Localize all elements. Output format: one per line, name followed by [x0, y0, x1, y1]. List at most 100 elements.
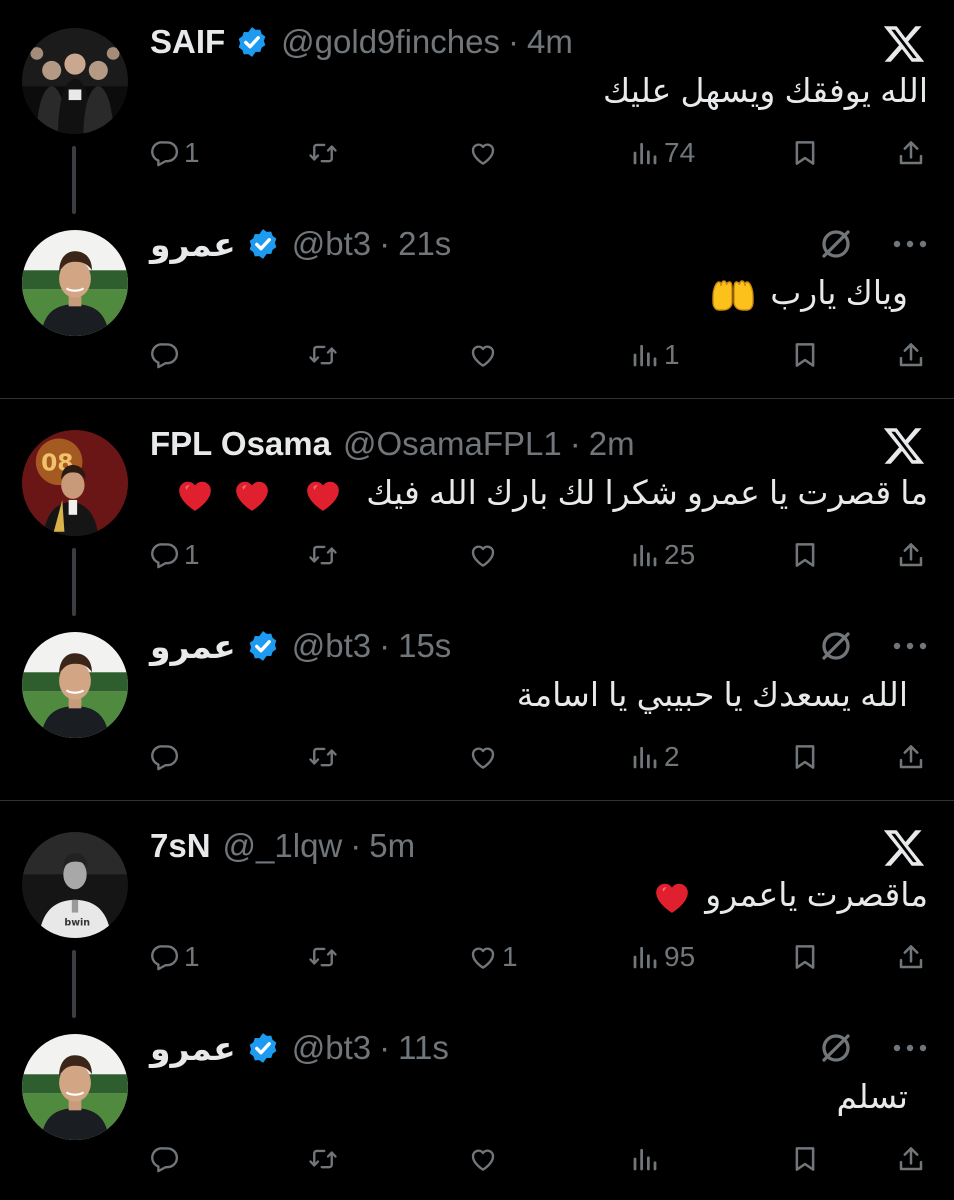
tweet-reply[interactable]: SAIF @gold9finches · 4m الله يوفقك ويسهل… — [0, 0, 954, 214]
retweet-button[interactable] — [308, 130, 342, 176]
timestamp[interactable]: 15s — [398, 627, 451, 665]
user-handle[interactable]: @bt3 — [292, 627, 371, 665]
bookmark-icon — [790, 540, 820, 570]
display-name[interactable]: 7sN — [150, 827, 211, 865]
share-button[interactable] — [896, 332, 926, 378]
like-icon — [468, 942, 498, 972]
share-icon — [896, 138, 926, 168]
tweet-text-body: ماقصرت ياعمرو — [705, 876, 928, 913]
tweet-header: FPL Osama @OsamaFPL1 · 2m — [150, 424, 635, 464]
like-button[interactable] — [468, 1136, 502, 1182]
timestamp[interactable]: 21s — [398, 225, 451, 263]
tweet-actions — [150, 1136, 928, 1182]
display-name[interactable]: عمرو — [150, 225, 236, 264]
user-handle[interactable]: @_1lqw — [223, 827, 343, 865]
display-name[interactable]: FPL Osama — [150, 425, 331, 463]
display-name[interactable]: عمرو — [150, 1029, 236, 1068]
bookmark-button[interactable] — [790, 332, 820, 378]
avatar[interactable] — [22, 230, 128, 336]
reply-button[interactable] — [150, 332, 184, 378]
retweet-icon — [308, 138, 338, 168]
display-name[interactable]: عمرو — [150, 627, 236, 666]
bookmark-button[interactable] — [790, 532, 820, 578]
reply-icon — [150, 742, 180, 772]
display-name[interactable]: SAIF — [150, 23, 225, 61]
views-button[interactable]: 95 — [630, 934, 695, 980]
tweet-reply[interactable]: FPL Osama @OsamaFPL1 · 2m ما قصرت يا عمر… — [0, 402, 954, 616]
tweet-actions: 1 74 — [150, 130, 928, 176]
views-button[interactable]: 25 — [630, 532, 695, 578]
tweet-answer[interactable]: عمرو @bt3 · 15s الله يسعدك يا حبيبي يا ا… — [0, 604, 954, 804]
share-button[interactable] — [896, 934, 926, 980]
retweet-button[interactable] — [308, 532, 342, 578]
retweet-button[interactable] — [308, 332, 342, 378]
circle-slash-icon[interactable] — [818, 226, 854, 262]
share-button[interactable] — [896, 130, 926, 176]
view-count: 2 — [664, 741, 680, 772]
reply-icon — [150, 340, 180, 370]
bookmark-button[interactable] — [790, 130, 820, 176]
timestamp[interactable]: 5m — [369, 827, 415, 865]
views-button[interactable]: 74 — [630, 130, 695, 176]
reply-button[interactable]: 1 — [150, 532, 200, 578]
separator-dot: · — [379, 1029, 391, 1066]
like-button[interactable]: 1 — [468, 934, 518, 980]
retweet-button[interactable] — [308, 934, 342, 980]
views-icon — [630, 1144, 660, 1174]
timestamp[interactable]: 11s — [398, 1029, 449, 1067]
circle-slash-icon[interactable] — [818, 1030, 854, 1066]
avatar[interactable] — [22, 832, 128, 938]
separator-dot: · — [507, 23, 519, 60]
bookmark-button[interactable] — [790, 934, 820, 980]
avatar[interactable] — [22, 430, 128, 536]
user-handle[interactable]: @bt3 — [292, 225, 371, 263]
retweet-button[interactable] — [308, 734, 342, 780]
tweet-reply[interactable]: 7sN @_1lqw · 5m ماقصرت ياعمرو 1 1 95 — [0, 804, 954, 1018]
retweet-icon — [308, 942, 338, 972]
views-button[interactable]: 2 — [630, 734, 680, 780]
share-icon — [896, 742, 926, 772]
reply-count: 1 — [184, 539, 200, 570]
tweet-answer[interactable]: عمرو @bt3 · 11s تسلم — [0, 1006, 954, 1200]
user-handle[interactable]: @bt3 — [292, 1029, 371, 1067]
views-button[interactable] — [630, 1136, 664, 1182]
reply-button[interactable] — [150, 734, 184, 780]
circle-slash-icon[interactable] — [818, 628, 854, 664]
share-button[interactable] — [896, 1136, 926, 1182]
reply-button[interactable]: 1 — [150, 934, 200, 980]
more-icon[interactable] — [892, 238, 928, 250]
bookmark-icon — [790, 340, 820, 370]
like-button[interactable] — [468, 332, 502, 378]
share-button[interactable] — [896, 734, 926, 780]
more-icon[interactable] — [892, 640, 928, 652]
like-button[interactable] — [468, 130, 502, 176]
like-button[interactable] — [468, 532, 502, 578]
retweet-button[interactable] — [308, 1136, 342, 1182]
user-handle[interactable]: @gold9finches — [281, 23, 500, 61]
bookmark-button[interactable] — [790, 1136, 820, 1182]
like-button[interactable] — [468, 734, 502, 780]
avatar[interactable] — [22, 632, 128, 738]
avatar[interactable] — [22, 1034, 128, 1140]
reply-button[interactable]: 1 — [150, 130, 200, 176]
views-icon — [630, 138, 660, 168]
view-count: 1 — [664, 339, 680, 370]
share-icon — [896, 340, 926, 370]
timestamp[interactable]: 2m — [589, 425, 635, 463]
heart-emoji-icon — [303, 475, 343, 515]
reply-button[interactable] — [150, 1136, 184, 1182]
retweet-icon — [308, 1144, 338, 1174]
heart-emoji-icon — [175, 475, 215, 515]
tweet-answer[interactable]: عمرو @bt3 · 21s وياك يارب 1 — [0, 202, 954, 402]
view-count: 95 — [664, 941, 696, 972]
reply-icon — [150, 1144, 180, 1174]
views-button[interactable]: 1 — [630, 332, 680, 378]
share-button[interactable] — [896, 532, 926, 578]
bookmark-button[interactable] — [790, 734, 820, 780]
user-handle[interactable]: @OsamaFPL1 — [343, 425, 562, 463]
timestamp[interactable]: 4m — [527, 23, 573, 61]
more-icon[interactable] — [892, 1042, 928, 1054]
avatar[interactable] — [22, 28, 128, 134]
tweet-header: عمرو @bt3 · 11s — [150, 1028, 449, 1068]
tweet-header: 7sN @_1lqw · 5m — [150, 826, 415, 866]
